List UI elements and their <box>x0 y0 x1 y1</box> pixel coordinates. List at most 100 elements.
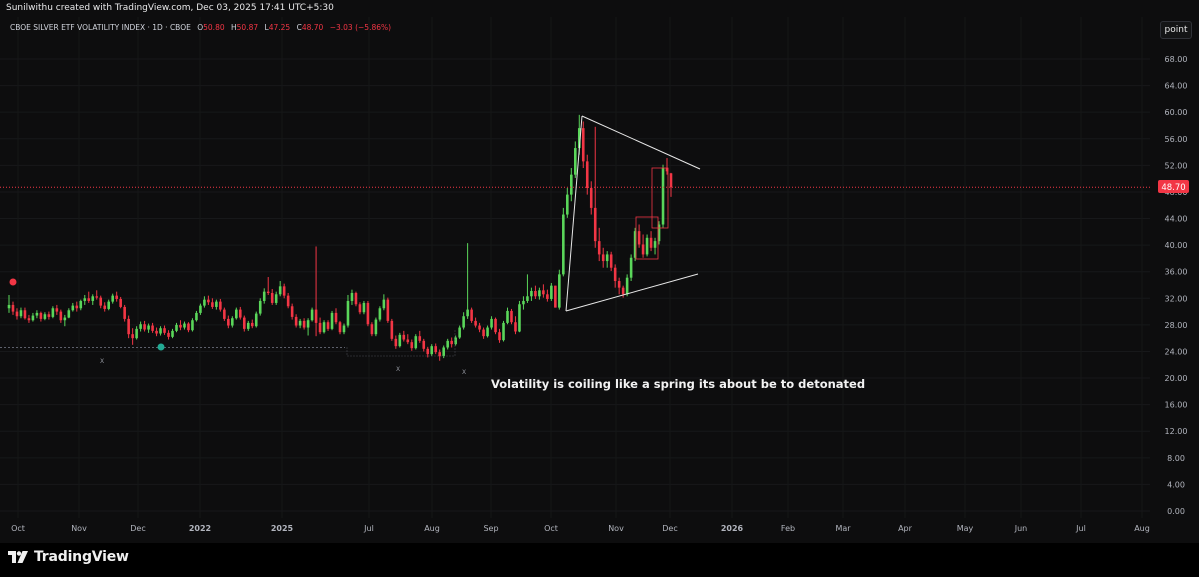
time-axis: Oct Nov Dec 2022 2025 Jul Aug Sep Oct Nov Dec 2026 F… <box>11 524 1150 533</box>
candle-body <box>438 352 441 357</box>
candle-body <box>462 316 465 328</box>
candle-body <box>119 298 122 307</box>
candle-body <box>450 340 453 345</box>
price-chart[interactable]: 68.0064.0060.0056.0052.0048.0044.0040.00… <box>0 0 1199 543</box>
candle-body <box>274 294 278 303</box>
candle-body <box>23 310 27 319</box>
candle-body <box>7 304 11 309</box>
x-tick-label: Aug <box>424 524 440 533</box>
y-tick-label: 52.00 <box>1165 161 1188 170</box>
candle-body <box>47 314 51 317</box>
legend-symbol: CBOE SILVER ETF VOLATILITY INDEX · 1D · … <box>10 23 191 32</box>
candle-body <box>446 340 449 348</box>
candle-body <box>534 290 537 297</box>
chart-grid <box>0 17 1150 518</box>
tradingview-logo[interactable]: TradingView <box>8 549 129 565</box>
candle-body <box>330 312 334 329</box>
candle-body <box>597 241 601 255</box>
candle-body <box>414 336 418 349</box>
candle-body <box>183 323 186 328</box>
tradingview-logo-text: TradingView <box>34 549 129 565</box>
candle-body <box>418 336 422 341</box>
point-button[interactable]: point <box>1160 21 1192 39</box>
candle-body <box>426 348 430 355</box>
x-tick-label: Oct <box>11 524 25 533</box>
candle-body <box>71 305 75 311</box>
y-tick-label: 12.00 <box>1165 427 1188 436</box>
legend-close-value: 48.70 <box>302 23 324 32</box>
candle-body <box>115 295 118 299</box>
candle-body <box>526 296 529 301</box>
candle-body <box>306 320 310 328</box>
candle-body <box>605 254 609 262</box>
marker-x-2: X <box>396 366 400 373</box>
candle-body <box>645 237 649 255</box>
candle-body <box>346 300 350 326</box>
y-tick-label: 44.00 <box>1165 215 1188 224</box>
candle-body <box>422 340 426 349</box>
candle-body <box>19 310 23 317</box>
candle-body <box>231 318 234 326</box>
candle-body <box>581 128 585 162</box>
candle-body <box>593 207 597 242</box>
candle-body <box>278 286 282 295</box>
candle-body <box>613 267 617 282</box>
candle-body <box>123 306 126 319</box>
candle-body <box>494 318 497 333</box>
candle-body <box>195 312 198 321</box>
candle-body <box>434 346 438 353</box>
candle-body <box>609 254 613 268</box>
candle-body <box>625 277 629 295</box>
candle-body <box>203 299 206 306</box>
candle-body <box>63 317 67 321</box>
candle-body <box>490 318 493 328</box>
candle-body <box>442 347 445 357</box>
candle-body <box>258 300 262 314</box>
candle-body <box>91 296 95 301</box>
candle-body <box>111 295 114 302</box>
candle-body <box>358 304 362 313</box>
candle-body <box>219 301 222 310</box>
candle-body <box>310 309 314 321</box>
x-tick-label: Feb <box>781 524 795 533</box>
candle-body <box>270 292 274 303</box>
candle-body <box>649 237 653 248</box>
y-tick-label: 64.00 <box>1165 82 1188 91</box>
y-tick-label: 36.00 <box>1165 268 1188 277</box>
candle-body <box>522 300 525 305</box>
annotation-text[interactable]: Volatility is coiling like a spring its … <box>491 377 865 391</box>
candle-body <box>554 285 557 308</box>
candle-body <box>370 324 374 335</box>
candle-body <box>227 318 230 326</box>
candle-body <box>342 325 346 333</box>
candle-body <box>394 338 398 347</box>
candle-body <box>254 313 258 327</box>
x-tick-label: Jun <box>1014 524 1028 533</box>
candle-body <box>290 306 294 317</box>
candles-layer <box>7 114 673 361</box>
candle-body <box>621 287 625 295</box>
triangle-upper-line[interactable] <box>581 115 701 170</box>
candle-body <box>143 324 146 330</box>
y-tick-label: 40.00 <box>1165 241 1188 250</box>
candle-body <box>502 322 505 341</box>
candle-body <box>215 301 218 307</box>
candle-body <box>107 301 110 309</box>
candle-body <box>127 318 130 335</box>
candle-body <box>514 322 517 332</box>
candle-body <box>585 161 589 188</box>
x-tick-label: Nov <box>71 524 87 533</box>
candle-body <box>135 328 138 339</box>
candle-body <box>669 173 673 188</box>
candle-body <box>637 231 641 245</box>
triangle-lower-line[interactable] <box>565 273 699 312</box>
candle-body <box>179 324 182 328</box>
candle-body <box>538 290 541 297</box>
candle-body <box>530 290 533 297</box>
candle-body <box>486 327 489 337</box>
candle-body <box>362 302 366 313</box>
candle-body <box>390 320 394 339</box>
x-tick-label: Dec <box>130 524 145 533</box>
candle-body <box>87 298 91 301</box>
candle-body <box>147 325 150 330</box>
